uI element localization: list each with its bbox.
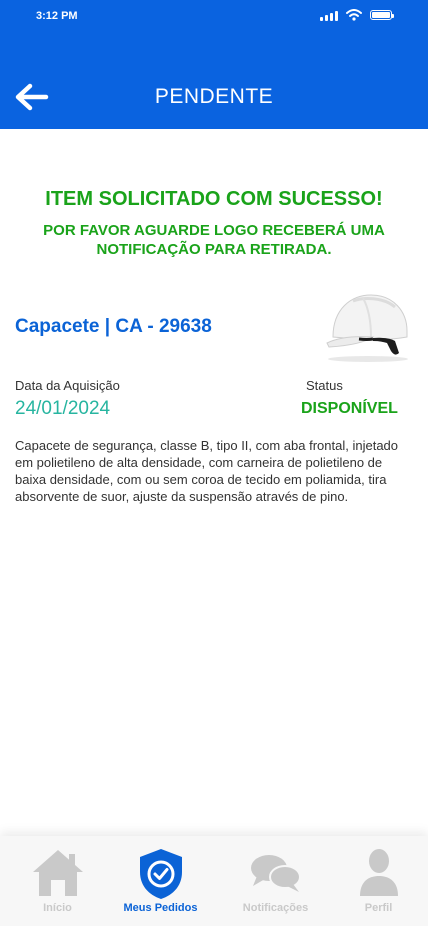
home-icon (32, 850, 83, 896)
status-time: 3:12 PM (36, 10, 78, 22)
status-label: Status (306, 378, 343, 393)
nav-label: Início (43, 902, 72, 914)
chat-bubbles-icon (250, 855, 301, 892)
nav-item-notificacoes[interactable]: Notificações (222, 836, 329, 926)
status-bar: 3:12 PM (0, 0, 428, 32)
nav-label: Notificações (242, 902, 309, 914)
battery-icon (370, 10, 394, 20)
status-icons (320, 9, 394, 21)
success-subtitle: POR FAVOR AGUARDE LOGO RECEBERÁ UMA NOTI… (43, 222, 385, 258)
date-value: 24/01/2024 (15, 398, 111, 419)
nav-item-inicio[interactable]: Início (4, 836, 111, 926)
nav-item-perfil[interactable]: Perfil (325, 836, 428, 926)
item-description: Capacete de segurança, classe B, tipo II… (15, 438, 399, 504)
success-title: ITEM SOLICITADO COM SUCESSO! (45, 188, 383, 210)
helmet-image (326, 294, 408, 362)
status-value: DISPONÍVEL (301, 400, 398, 417)
item-name: Capacete | CA - 29638 (15, 316, 212, 337)
nav-label: Meus Pedidos (123, 902, 198, 914)
nav-label: Perfil (364, 902, 393, 914)
app-header: 3:12 PM PENDENTE (0, 0, 428, 129)
page-title: PENDENTE (154, 85, 274, 108)
user-icon (359, 849, 398, 896)
signal-icon (320, 10, 338, 21)
nav-item-meus-pedidos[interactable]: Meus Pedidos (107, 836, 214, 926)
wifi-icon (346, 9, 362, 21)
bottom-navigation: Início Meus Pedidos Notificações Perfil (0, 836, 428, 926)
date-label: Data da Aquisição (15, 378, 120, 393)
shield-check-icon (139, 849, 182, 899)
